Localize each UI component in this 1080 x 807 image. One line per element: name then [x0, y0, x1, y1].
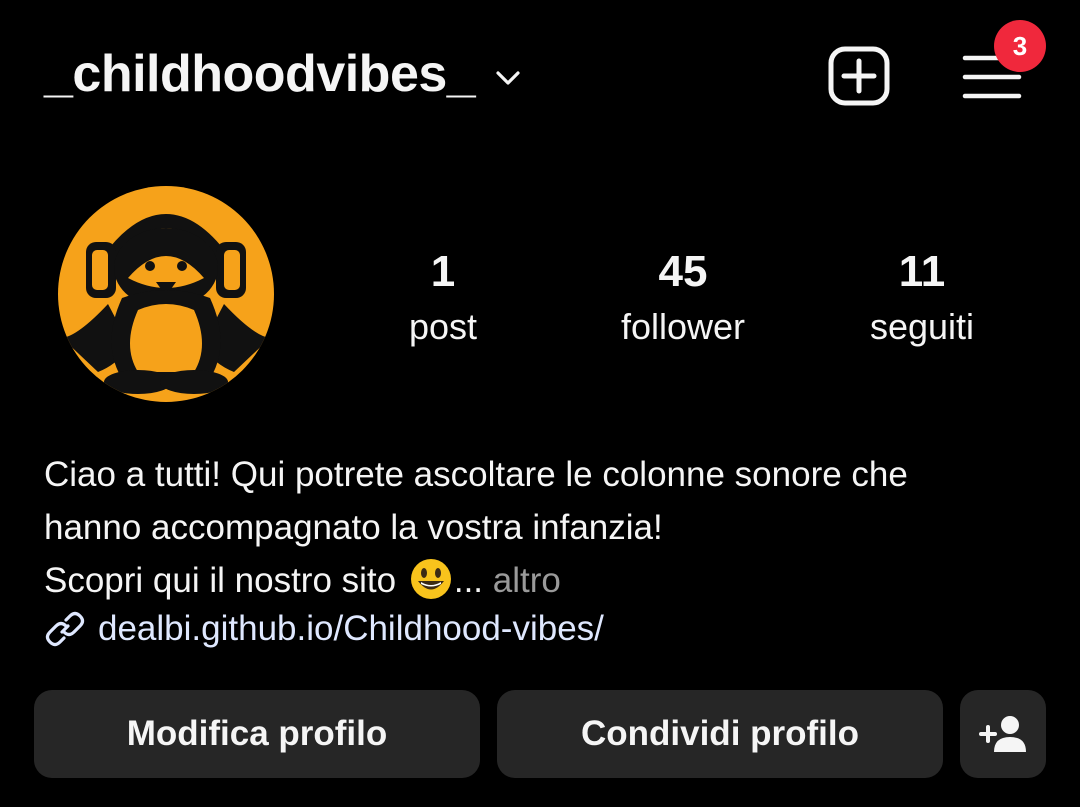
- bio: Ciao a tutti! Qui potrete ascoltare le c…: [44, 448, 1044, 607]
- stat-followers[interactable]: 45 follower: [573, 246, 793, 356]
- bio-ellipsis: ...: [453, 561, 484, 600]
- chevron-down-icon[interactable]: [495, 69, 521, 87]
- bio-line-3-text: Scopri qui il nostro sito: [44, 561, 397, 600]
- profile-header: _childhoodvibes_ 3: [0, 0, 1080, 150]
- add-person-icon: [979, 716, 1026, 752]
- penguin-headphones-logo: [62, 214, 270, 394]
- bio-line-1: Ciao a tutti! Qui potrete ascoltare le c…: [44, 455, 908, 494]
- notification-badge[interactable]: 3: [994, 20, 1046, 72]
- plus-square-icon[interactable]: [828, 46, 890, 106]
- bio-line-3: Scopri qui il nostro sito ... altro: [44, 554, 1044, 607]
- stat-following-label: seguiti: [869, 306, 975, 347]
- stat-followers-label: follower: [620, 306, 746, 347]
- website-link[interactable]: dealbi.github.io/Childhood-vibes/: [44, 608, 604, 650]
- stat-following-value: 11: [898, 247, 946, 296]
- stat-following[interactable]: 11 seguiti: [812, 246, 1032, 356]
- account-switcher[interactable]: _childhoodvibes_: [44, 44, 521, 104]
- share-profile-button[interactable]: Condividi profilo: [497, 690, 943, 778]
- stat-posts[interactable]: 1 post: [333, 246, 553, 356]
- link-icon: [45, 611, 85, 647]
- stat-followers-value: 45: [658, 247, 708, 296]
- avatar[interactable]: [58, 186, 274, 402]
- edit-profile-button[interactable]: Modifica profilo: [34, 690, 480, 778]
- bio-line-2: hanno accompagnato la vostra infanzia!: [44, 508, 663, 547]
- discover-people-button[interactable]: [960, 690, 1046, 778]
- stat-posts-label: post: [408, 306, 478, 347]
- stat-posts-value: 1: [430, 247, 456, 296]
- more-link[interactable]: altro: [493, 561, 561, 600]
- username[interactable]: _childhoodvibes_: [44, 44, 476, 104]
- grinning-face-icon: [410, 559, 451, 599]
- website-url[interactable]: dealbi.github.io/Childhood-vibes/: [98, 609, 604, 649]
